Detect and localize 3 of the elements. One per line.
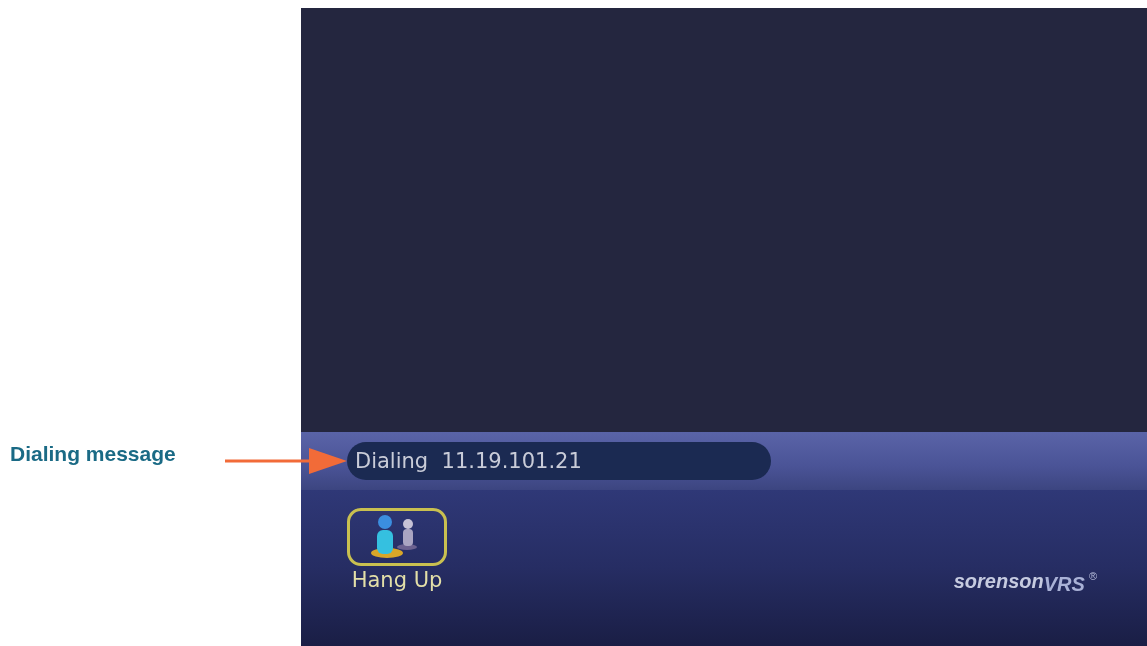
logo: sorensonVRS ®: [953, 570, 1097, 596]
callout-label: Dialing message: [10, 442, 177, 466]
status-message: Dialing 11.19.101.21: [347, 442, 771, 480]
